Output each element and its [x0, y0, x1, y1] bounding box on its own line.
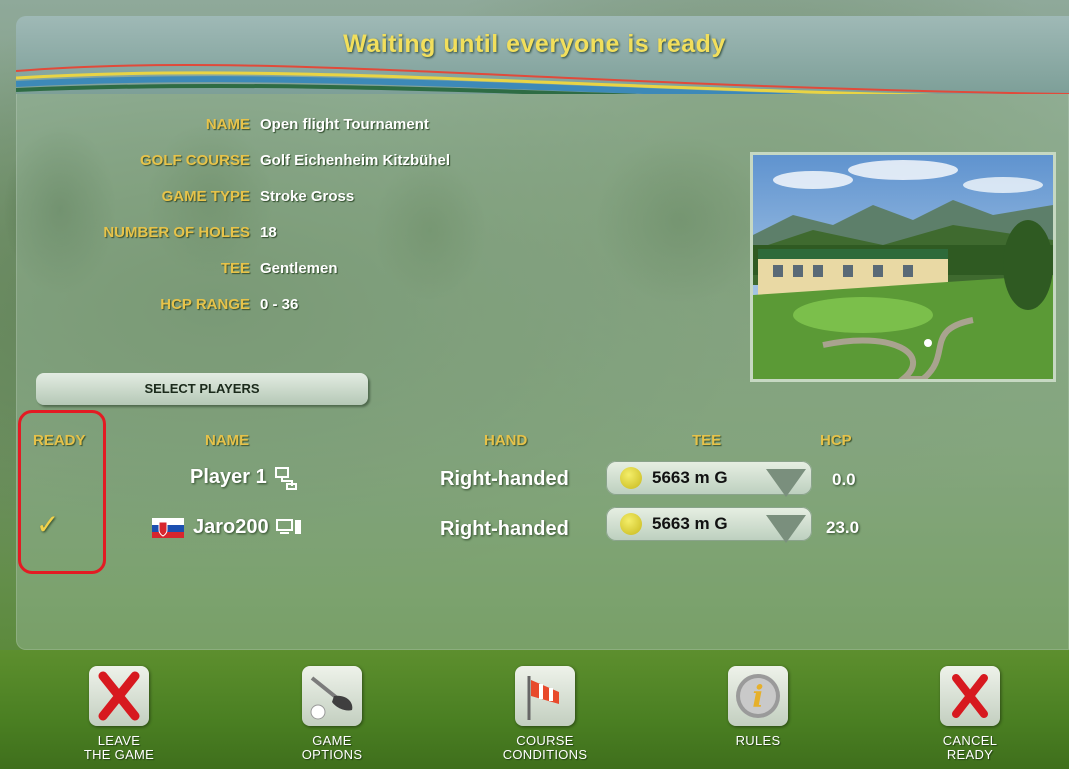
- info-value: Golf Eichenheim Kitzbühel: [260, 152, 451, 169]
- svg-text:i: i: [752, 680, 763, 715]
- column-header-hcp: HCP: [820, 432, 852, 449]
- tee-value: 5663 m G: [652, 468, 728, 487]
- info-label: GAME TYPE: [161, 188, 250, 205]
- info-row-golf-course: GOLF COURSE Golf Eichenheim Kitzbühel: [30, 152, 730, 178]
- rules-button[interactable]: i RULES: [698, 666, 818, 748]
- game-options-button[interactable]: GAME OPTIONS: [272, 666, 392, 762]
- ready-column-highlight: [18, 410, 106, 574]
- info-label: HCP RANGE: [160, 296, 250, 313]
- info-label: NAME: [205, 116, 250, 133]
- info-value: Open flight Tournament: [260, 116, 429, 133]
- info-icon: i: [728, 666, 788, 726]
- windsock-icon: [515, 666, 575, 726]
- network-player-icon: [274, 466, 298, 495]
- slovakia-flag-icon: [152, 518, 184, 543]
- player-hand: Right-handed: [440, 468, 569, 490]
- info-row-holes: NUMBER OF HOLES 18: [30, 224, 730, 250]
- course-conditions-button[interactable]: COURSE CONDITIONS: [485, 666, 605, 762]
- column-header-name: NAME: [205, 432, 250, 449]
- info-label: TEE: [220, 260, 250, 277]
- tee-color-dot: [620, 467, 642, 489]
- local-computer-icon: [276, 518, 302, 541]
- info-value: 18: [260, 224, 277, 241]
- info-value: 0 - 36: [260, 296, 299, 313]
- column-header-tee: TEE: [692, 432, 722, 449]
- player-hand: Right-handed: [440, 518, 569, 540]
- tool-label: LEAVE THE GAME: [83, 733, 155, 762]
- page-title: Waiting until everyone is ready: [343, 30, 726, 58]
- player-name: Jaro200: [193, 516, 269, 538]
- info-row-game-type: GAME TYPE Stroke Gross: [30, 188, 730, 214]
- dropdown-arrow-icon[interactable]: [766, 469, 806, 497]
- player-hcp: 23.0: [826, 518, 860, 537]
- player-name: Player 1: [190, 466, 267, 488]
- column-header-hand: HAND: [484, 432, 528, 449]
- player-hcp: 0.0: [832, 470, 856, 489]
- course-preview-image: [750, 152, 1056, 382]
- dropdown-arrow-icon[interactable]: [766, 515, 806, 543]
- select-players-button[interactable]: SELECT PLAYERS: [36, 373, 368, 405]
- info-row-name: NAME Open flight Tournament: [30, 116, 730, 142]
- info-row-hcp-range: HCP RANGE 0 - 36: [30, 296, 730, 322]
- tee-color-dot: [620, 513, 642, 535]
- red-x-icon: [89, 666, 149, 726]
- golf-club-icon: [302, 666, 362, 726]
- tool-label: CANCEL READY: [942, 733, 998, 762]
- tee-value: 5663 m G: [652, 514, 728, 533]
- info-label: NUMBER OF HOLES: [103, 224, 250, 241]
- leave-game-button[interactable]: LEAVE THE GAME: [59, 666, 179, 762]
- red-x-icon: [940, 666, 1000, 726]
- tee-select[interactable]: 5663 m G: [606, 461, 812, 497]
- tee-select[interactable]: 5663 m G: [606, 507, 812, 543]
- info-value: Gentlemen: [260, 260, 338, 277]
- cancel-ready-button[interactable]: CANCEL READY: [910, 666, 1030, 762]
- tool-label: GAME OPTIONS: [301, 733, 363, 762]
- info-row-tee: TEE Gentlemen: [30, 260, 730, 286]
- info-label: GOLF COURSE: [139, 152, 250, 169]
- tool-label: COURSE CONDITIONS: [502, 733, 588, 762]
- info-value: Stroke Gross: [260, 188, 355, 205]
- tool-label: RULES: [735, 733, 781, 748]
